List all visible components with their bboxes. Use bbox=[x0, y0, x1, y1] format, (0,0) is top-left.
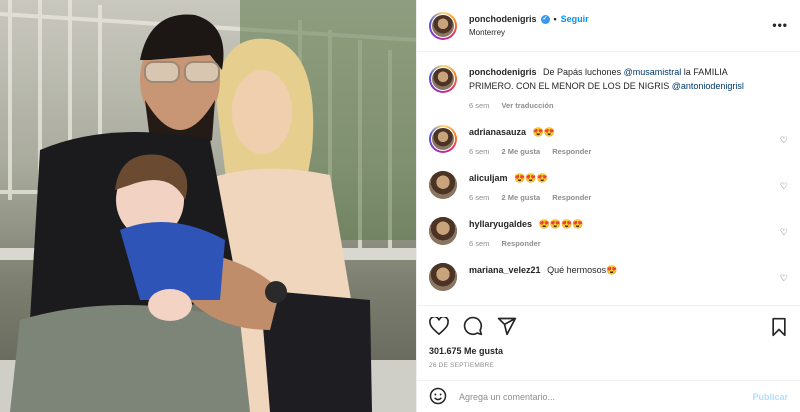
comment-item: aliculjam 😍😍😍 6 sem 2 Me gusta Responder… bbox=[429, 159, 788, 205]
comments-list[interactable]: ponchodenigris De Papás luchones @musami… bbox=[417, 53, 800, 305]
comment-text: 😍😍😍 bbox=[514, 173, 548, 183]
comment-likes[interactable]: 2 Me gusta bbox=[501, 145, 540, 159]
comment-body: mariana_velez21 Qué hermosos😍 bbox=[469, 263, 788, 291]
reply-button[interactable]: Responder bbox=[501, 237, 540, 251]
smiley-icon[interactable] bbox=[429, 387, 447, 407]
caption-mention-2[interactable]: @antoniodenigrisl bbox=[672, 81, 744, 91]
separator-dot: • bbox=[553, 13, 557, 24]
author-line: ponchodenigris ✓ • Seguir bbox=[469, 13, 589, 26]
location-link[interactable]: Monterrey bbox=[469, 26, 589, 39]
commenter-avatar[interactable] bbox=[429, 171, 457, 199]
publish-comment-button[interactable]: Publicar bbox=[752, 392, 788, 402]
more-options-icon[interactable]: ••• bbox=[772, 18, 788, 32]
post-photo[interactable] bbox=[0, 0, 416, 412]
comment-like-heart-icon[interactable]: ♡ bbox=[780, 227, 788, 238]
comment-time[interactable]: 6 sem bbox=[469, 191, 489, 205]
heart-icon[interactable] bbox=[429, 317, 449, 335]
commenter-avatar[interactable] bbox=[429, 217, 457, 245]
bookmark-icon[interactable] bbox=[770, 317, 788, 337]
verified-badge-icon: ✓ bbox=[540, 14, 550, 24]
caption: ponchodenigris De Papás luchones @musami… bbox=[429, 53, 788, 113]
comment-likes[interactable]: 2 Me gusta bbox=[501, 191, 540, 205]
comment-username[interactable]: hyllaryugaldes bbox=[469, 219, 532, 229]
post-date: 26 de septiembre bbox=[429, 362, 494, 369]
like-count[interactable]: 301.675 Me gusta bbox=[429, 346, 788, 356]
post-header: ponchodenigris ✓ • Seguir Monterrey ••• bbox=[417, 0, 800, 52]
comment-username[interactable]: aliculjam bbox=[469, 173, 508, 183]
translate-button[interactable]: Ver traducción bbox=[501, 99, 553, 113]
comment-meta: 6 sem 2 Me gusta Responder bbox=[469, 191, 766, 205]
comment-item: mariana_velez21 Qué hermosos😍 ♡ bbox=[429, 251, 788, 291]
comment-meta: 6 sem 2 Me gusta Responder bbox=[469, 145, 766, 159]
caption-meta: 6 sem Ver traducción bbox=[469, 99, 766, 113]
caption-body: ponchodenigris De Papás luchones @musami… bbox=[469, 65, 788, 113]
comment-text: 😍😍 bbox=[532, 127, 555, 137]
caption-mention-1[interactable]: @musamistral bbox=[624, 67, 682, 77]
caption-username[interactable]: ponchodenigris bbox=[469, 67, 537, 77]
caption-avatar[interactable] bbox=[429, 65, 457, 93]
comment-text: Qué hermosos😍 bbox=[547, 265, 618, 275]
reply-button[interactable]: Responder bbox=[552, 145, 591, 159]
comment-like-heart-icon[interactable]: ♡ bbox=[780, 135, 788, 146]
commenter-avatar[interactable] bbox=[429, 263, 457, 291]
comment-body: aliculjam 😍😍😍 6 sem 2 Me gusta Responder bbox=[469, 171, 788, 205]
caption-text-1: De Papás luchones bbox=[543, 67, 624, 77]
post-details-panel: ponchodenigris ✓ • Seguir Monterrey ••• … bbox=[416, 0, 800, 412]
post-actions: 301.675 Me gusta 26 de septiembre bbox=[417, 305, 800, 369]
comment-like-heart-icon[interactable]: ♡ bbox=[780, 273, 788, 284]
family-photo-illustration bbox=[0, 0, 416, 412]
caption-time[interactable]: 6 sem bbox=[469, 99, 489, 113]
comment-item: hyllaryugaldes 😍😍😍😍 6 sem Responder ♡ bbox=[429, 205, 788, 251]
comment-meta: 6 sem Responder bbox=[469, 237, 766, 251]
comment-username[interactable]: mariana_velez21 bbox=[469, 265, 541, 275]
author-info: ponchodenigris ✓ • Seguir Monterrey bbox=[469, 13, 589, 39]
caption-text: ponchodenigris De Papás luchones @musami… bbox=[469, 65, 766, 93]
author-avatar[interactable] bbox=[429, 11, 457, 40]
comment-time[interactable]: 6 sem bbox=[469, 237, 489, 251]
comment-like-heart-icon[interactable]: ♡ bbox=[780, 181, 788, 192]
comment-time[interactable]: 6 sem bbox=[469, 145, 489, 159]
action-icons bbox=[429, 314, 788, 338]
comment-item: adrianasauza 😍😍 6 sem 2 Me gusta Respond… bbox=[429, 113, 788, 159]
follow-button[interactable]: Seguir bbox=[561, 13, 589, 26]
comment-body: adrianasauza 😍😍 6 sem 2 Me gusta Respond… bbox=[469, 125, 788, 159]
comment-text: 😍😍😍😍 bbox=[538, 219, 584, 229]
commenter-avatar[interactable] bbox=[429, 125, 457, 153]
comment-body: hyllaryugaldes 😍😍😍😍 6 sem Responder bbox=[469, 217, 788, 251]
comment-input[interactable] bbox=[459, 391, 753, 402]
author-username[interactable]: ponchodenigris bbox=[469, 13, 537, 26]
comment-icon[interactable] bbox=[463, 316, 483, 336]
comment-username[interactable]: adrianasauza bbox=[469, 127, 526, 137]
reply-button[interactable]: Responder bbox=[552, 191, 591, 205]
share-icon[interactable] bbox=[497, 316, 517, 336]
add-comment-bar: Publicar bbox=[417, 380, 800, 412]
